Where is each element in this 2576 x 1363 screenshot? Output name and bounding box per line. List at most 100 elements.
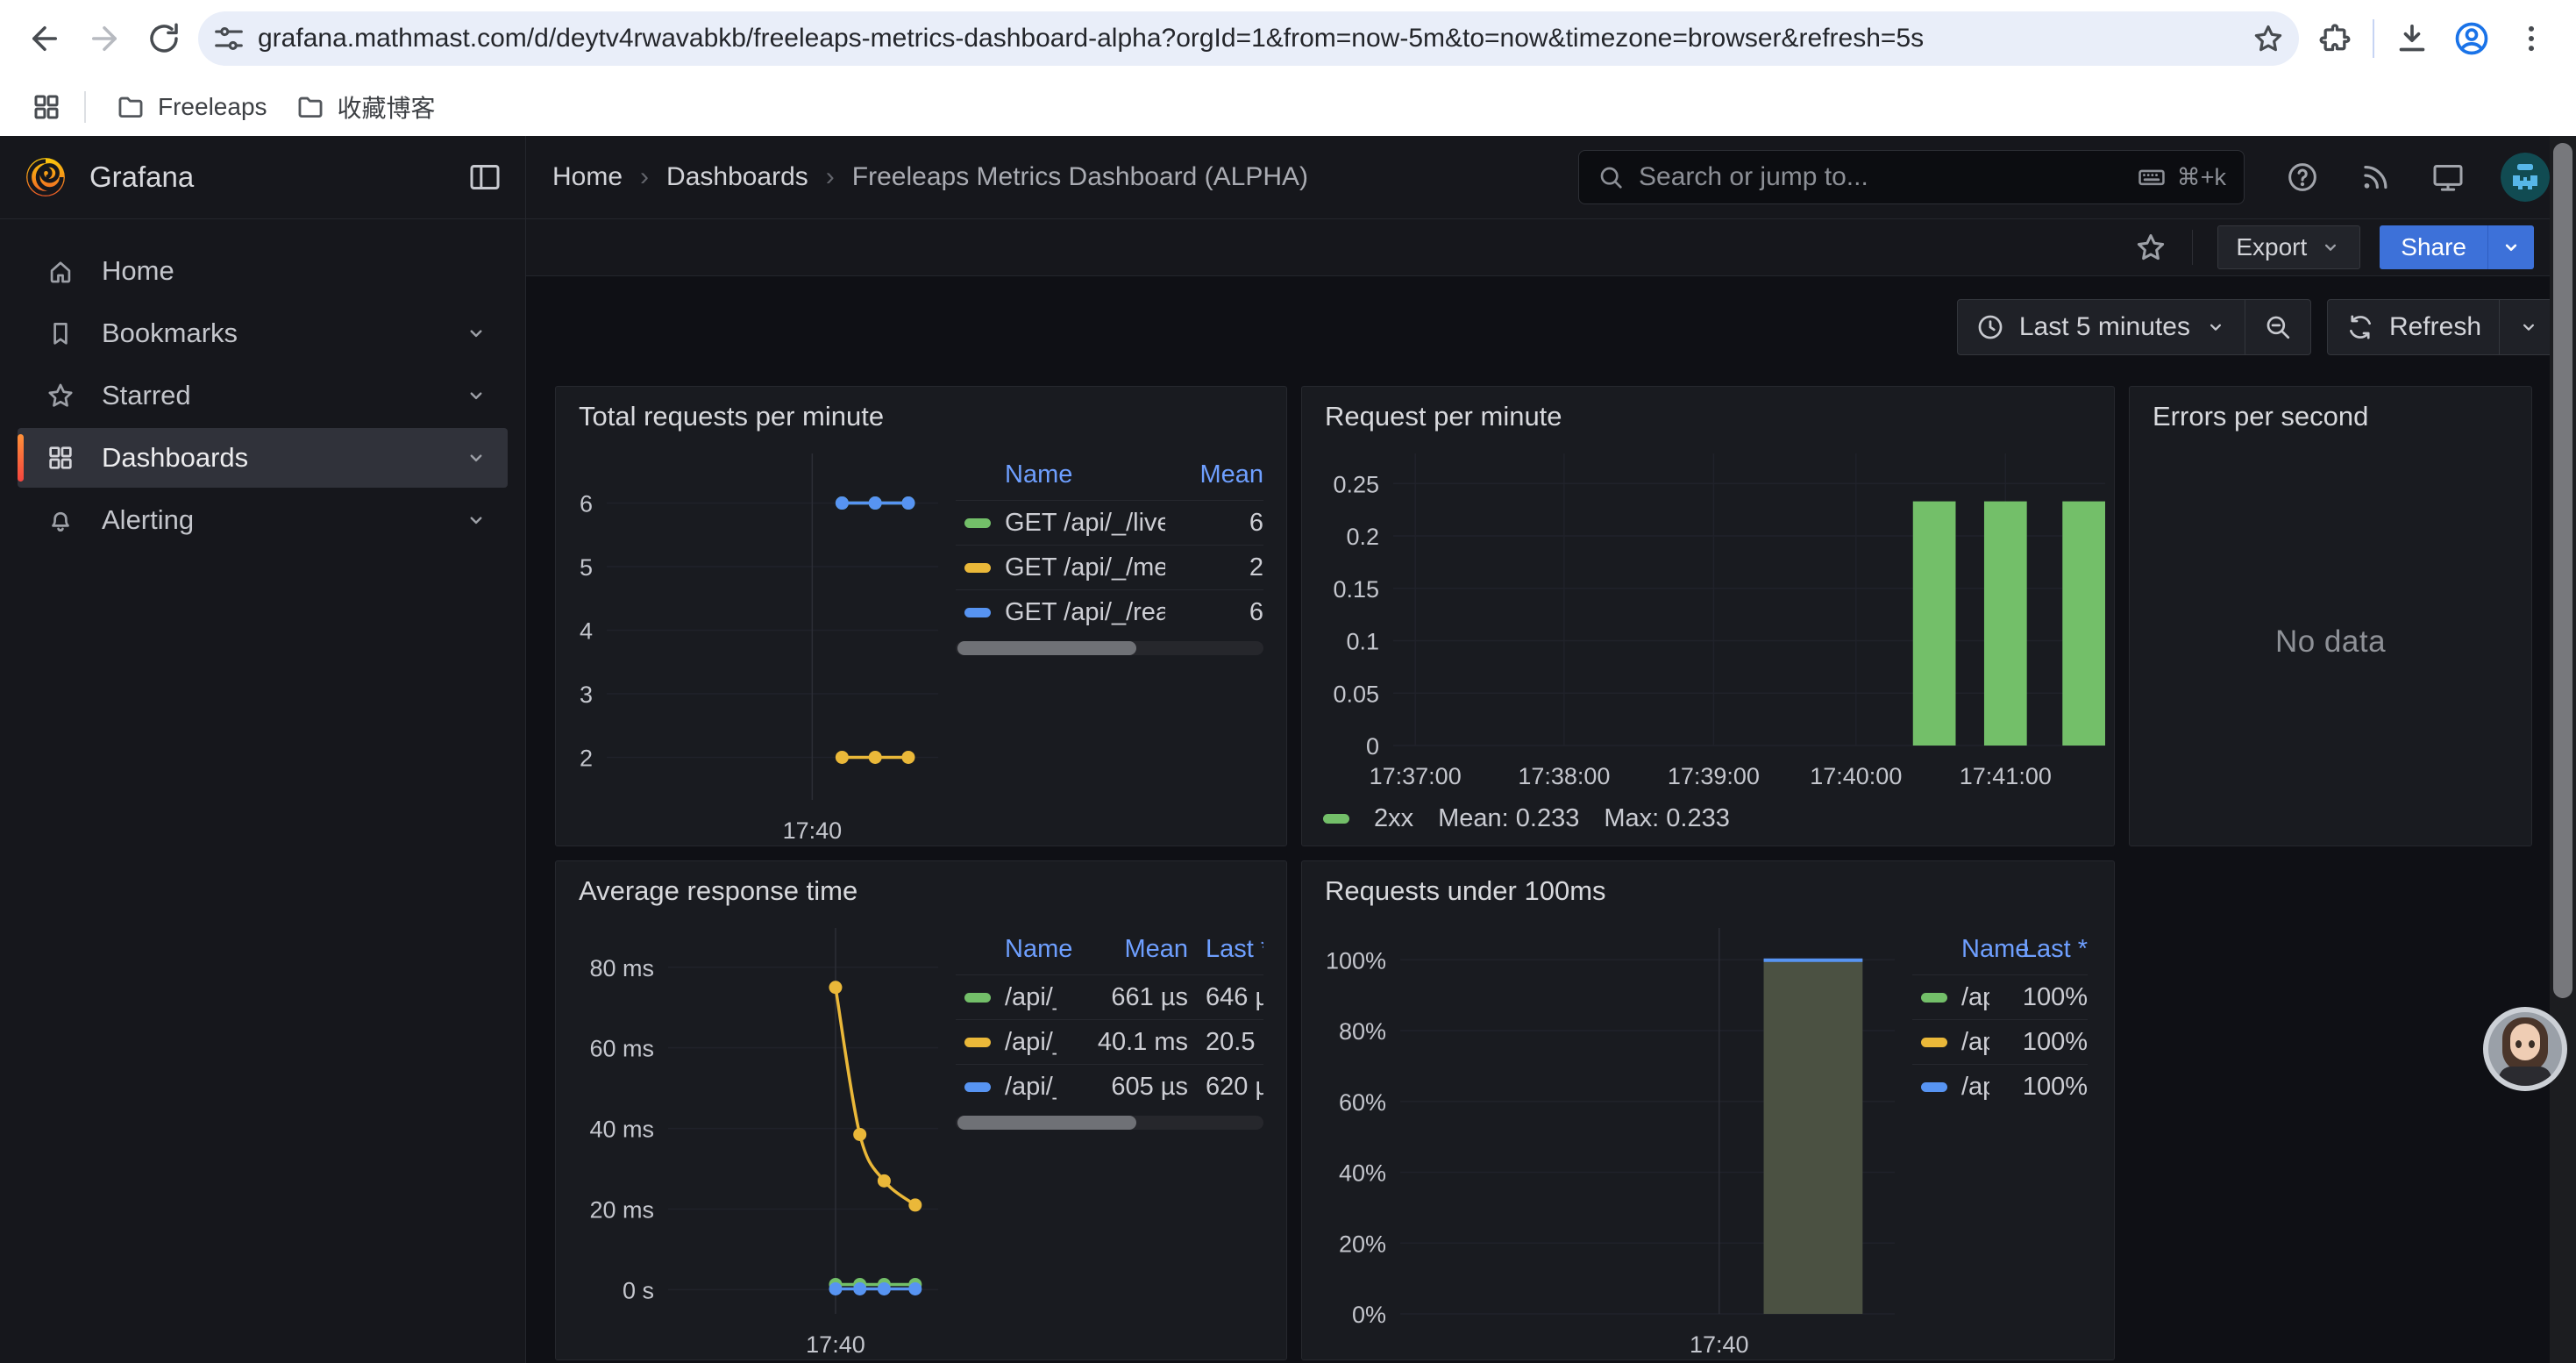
share-label: Share xyxy=(2401,233,2466,261)
export-button[interactable]: Export xyxy=(2217,225,2360,269)
chevron-down-icon xyxy=(2319,236,2342,259)
forward-button[interactable] xyxy=(81,15,128,62)
legend-col-name[interactable]: Name xyxy=(956,935,1057,964)
legend-col-mean[interactable]: Mean xyxy=(1165,460,1263,489)
zoom-out-button[interactable] xyxy=(2245,300,2310,354)
refresh-interval-button[interactable] xyxy=(2499,300,2558,354)
svg-text:80 ms: 80 ms xyxy=(589,955,654,981)
breadcrumb-dashboards[interactable]: Dashboards xyxy=(666,162,808,192)
panel-title[interactable]: Errors per second xyxy=(2130,387,2531,438)
series-color-pill xyxy=(1921,993,1947,1003)
svg-text:17:39:00: 17:39:00 xyxy=(1668,763,1760,789)
panel-title[interactable]: Total requests per minute xyxy=(556,387,1286,438)
sidebar-item-home[interactable]: Home xyxy=(18,241,508,301)
user-avatar[interactable] xyxy=(2501,153,2550,202)
profile-button[interactable] xyxy=(2448,15,2495,62)
bookmark-folder-freeleaps[interactable]: Freeleaps xyxy=(102,85,281,129)
browser-menu-button[interactable] xyxy=(2508,15,2555,62)
page-scrollbar-thumb[interactable] xyxy=(2553,143,2572,998)
kebab-menu-icon xyxy=(2515,22,2548,55)
legend-col-name[interactable]: Name xyxy=(1912,935,1989,964)
sidebar-item-alerting[interactable]: Alerting xyxy=(18,490,508,550)
series-name[interactable]: GET /api/_/livez xyxy=(1005,509,1165,538)
panel-body: 80 ms60 ms40 ms20 ms0 s17:40 Name Mean L… xyxy=(556,912,1286,1359)
refresh-button[interactable]: Refresh xyxy=(2328,300,2499,354)
mega-menu-toggle-button[interactable] xyxy=(467,160,502,195)
search-input[interactable]: Search or jump to... ⌘+k xyxy=(1578,150,2245,204)
rss-icon xyxy=(2359,161,2392,194)
page-scrollbar[interactable] xyxy=(2550,136,2576,1363)
bell-icon xyxy=(46,505,75,535)
bookmark-page-button[interactable] xyxy=(2245,15,2292,62)
panel-body: No data xyxy=(2130,438,2531,846)
legend-scrollbar-thumb[interactable] xyxy=(957,1116,1136,1130)
series-name[interactable]: GET /api/_/readyz xyxy=(1005,598,1165,627)
timeseries-chart[interactable]: 80 ms60 ms40 ms20 ms0 s17:40 xyxy=(556,912,950,1359)
panel-title[interactable]: Requests under 100ms xyxy=(1302,861,2114,912)
refresh-label: Refresh xyxy=(2389,312,2481,342)
legend-scrollbar[interactable] xyxy=(956,641,1263,655)
star-dashboard-button[interactable] xyxy=(2134,231,2167,264)
series-name[interactable]: /api/_/metrics xyxy=(1961,1028,1989,1057)
sidebar-item-bookmarks[interactable]: Bookmarks xyxy=(18,303,508,363)
series-last: 100% xyxy=(1989,1073,2088,1102)
panel-body: 6543217:40 Name Mean GET /api/_/livez 6 xyxy=(556,438,1286,846)
legend-scrollbar-thumb[interactable] xyxy=(957,641,1136,655)
monitor-icon xyxy=(2430,160,2466,195)
downloads-button[interactable] xyxy=(2388,15,2436,62)
legend-col-last[interactable]: Last * xyxy=(1206,935,1263,964)
series-name[interactable]: /api/_/metrics xyxy=(1005,1028,1057,1057)
extensions-button[interactable] xyxy=(2311,15,2359,62)
reload-button[interactable] xyxy=(140,15,188,62)
active-indicator xyxy=(18,434,24,482)
chevron-down-icon[interactable] xyxy=(464,508,488,532)
site-settings-button[interactable] xyxy=(205,15,253,62)
refresh-group: Refresh xyxy=(2327,299,2558,355)
share-menu-button[interactable] xyxy=(2487,225,2534,269)
help-button[interactable] xyxy=(2285,160,2320,195)
series-name[interactable]: GET /api/_/metrics xyxy=(1005,553,1165,582)
url-text[interactable]: grafana.mathmast.com/d/deytv4rwavabkb/fr… xyxy=(258,24,2245,54)
news-button[interactable] xyxy=(2359,161,2392,194)
series-mean: 605 µs xyxy=(1057,1073,1188,1102)
legend-scrollbar[interactable] xyxy=(956,1116,1263,1130)
panel-title[interactable]: Average response time xyxy=(556,861,1286,912)
floating-assistant-avatar[interactable] xyxy=(2483,1007,2567,1091)
panel-average-response-time: Average response time 80 ms60 ms40 ms20 … xyxy=(555,860,1287,1360)
panel-title[interactable]: Request per minute xyxy=(1302,387,2114,438)
bookmark-folder-blogs[interactable]: 收藏博客 xyxy=(281,82,450,132)
svg-text:17:40: 17:40 xyxy=(806,1331,865,1358)
series-mean: 2 xyxy=(1165,553,1263,582)
series-name[interactable]: /api/_/readyz xyxy=(1005,1073,1057,1102)
kiosk-mode-button[interactable] xyxy=(2430,160,2466,195)
bar-chart[interactable]: 0.250.20.150.10.05017:37:0017:38:0017:39… xyxy=(1302,438,2114,791)
sidebar-toggle-icon xyxy=(467,160,502,195)
series-color-pill xyxy=(964,608,991,617)
legend-col-mean[interactable]: Mean xyxy=(1057,935,1188,964)
time-range-picker[interactable]: Last 5 minutes xyxy=(1958,300,2245,354)
refresh-icon xyxy=(2345,312,2375,342)
svg-text:0 s: 0 s xyxy=(623,1277,654,1303)
legend-col-name[interactable]: Name xyxy=(956,460,1165,489)
sidebar-item-dashboards[interactable]: Dashboards xyxy=(18,428,508,488)
chevron-down-icon[interactable] xyxy=(464,321,488,346)
chevron-down-icon[interactable] xyxy=(464,383,488,408)
apps-button[interactable] xyxy=(23,83,70,131)
avatar-face xyxy=(2510,1024,2540,1060)
legend-col-last[interactable]: Last * xyxy=(1989,935,2088,964)
back-button[interactable] xyxy=(21,15,68,62)
bar-chart[interactable]: 100%80%60%40%20%0%17:40 xyxy=(1302,912,1907,1359)
home-icon xyxy=(46,256,75,286)
address-bar[interactable]: grafana.mathmast.com/d/deytv4rwavabkb/fr… xyxy=(198,11,2299,66)
series-name[interactable]: /api/_/readyz xyxy=(1961,1073,1989,1102)
chevron-down-icon[interactable] xyxy=(464,446,488,470)
legend-row: /api/_/livez 661 µs 646 µs xyxy=(956,974,1263,1019)
series-name[interactable]: /api/_/livez xyxy=(1961,983,1989,1012)
breadcrumb-home[interactable]: Home xyxy=(552,162,623,192)
share-button[interactable]: Share xyxy=(2380,225,2487,269)
timeseries-chart[interactable]: 6543217:40 xyxy=(556,438,950,846)
series-name[interactable]: /api/_/livez xyxy=(1005,983,1057,1012)
series-name[interactable]: 2xx xyxy=(1374,804,1413,833)
tune-icon xyxy=(212,22,246,55)
sidebar-item-starred[interactable]: Starred xyxy=(18,366,508,425)
